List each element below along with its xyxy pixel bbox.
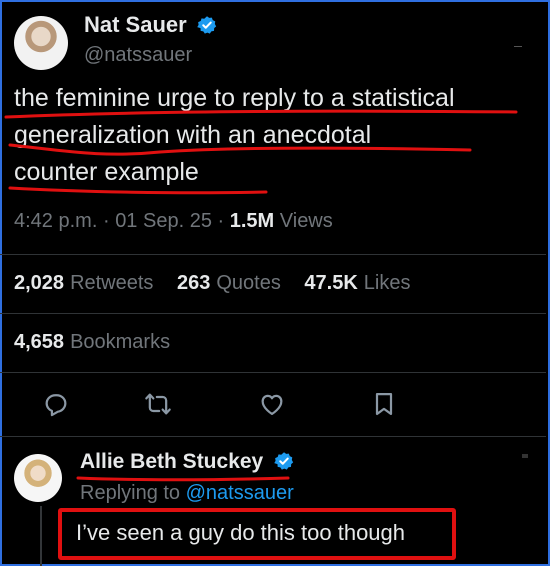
thread-line <box>40 506 42 566</box>
stats-row: 2,028 Retweets 263 Quotes 47.5K Likes <box>14 272 411 295</box>
meta-separator: · <box>102 210 110 232</box>
likes-count: 47.5K <box>304 272 358 294</box>
bookmarks-count: 4,658 <box>14 331 65 353</box>
replying-to: Replying to @natssauer <box>80 482 294 505</box>
likes-label: Likes <box>363 272 411 294</box>
retweets-count: 2,028 <box>14 272 65 294</box>
quotes-label: Quotes <box>216 272 281 294</box>
tweet-date[interactable]: 01 Sep. 25 <box>115 210 212 232</box>
more-indicator <box>522 454 528 458</box>
tweet-time[interactable]: 4:42 p.m. <box>14 210 97 232</box>
quotes-stat[interactable]: 263 Quotes <box>177 272 281 294</box>
bookmarks-stat[interactable]: 4,658 Bookmarks <box>14 331 170 354</box>
divider <box>0 254 546 255</box>
retweet-icon[interactable] <box>144 390 172 418</box>
reply-author-row[interactable]: Allie Beth Stuckey <box>80 450 294 474</box>
heart-icon[interactable] <box>258 390 286 418</box>
verified-badge-icon <box>273 452 293 470</box>
replying-to-handle[interactable]: @natssauer <box>186 482 294 504</box>
quotes-count: 263 <box>177 272 211 294</box>
reply-text: I’ve seen a guy do this too though <box>76 520 406 545</box>
meta-separator: · <box>217 210 225 232</box>
divider <box>0 436 546 437</box>
divider <box>0 313 546 314</box>
views-label: Views <box>279 210 333 232</box>
red-highlight-box: I’ve seen a guy do this too though <box>58 508 456 560</box>
tweet-meta: 4:42 p.m. · 01 Sep. 25 · 1.5M Views <box>14 210 333 233</box>
replying-to-prefix: Replying to <box>80 482 181 504</box>
reply-author-avatar[interactable] <box>14 454 62 502</box>
retweets-stat[interactable]: 2,028 Retweets <box>14 272 153 294</box>
bookmark-icon[interactable] <box>370 390 398 418</box>
views-count: 1.5M <box>229 210 275 232</box>
retweets-label: Retweets <box>70 272 154 294</box>
divider <box>0 372 546 373</box>
bookmarks-label: Bookmarks <box>70 331 171 353</box>
reply-icon[interactable] <box>42 390 70 418</box>
reply-author-name[interactable]: Allie Beth Stuckey <box>80 450 263 473</box>
likes-stat[interactable]: 47.5K Likes <box>304 272 410 294</box>
